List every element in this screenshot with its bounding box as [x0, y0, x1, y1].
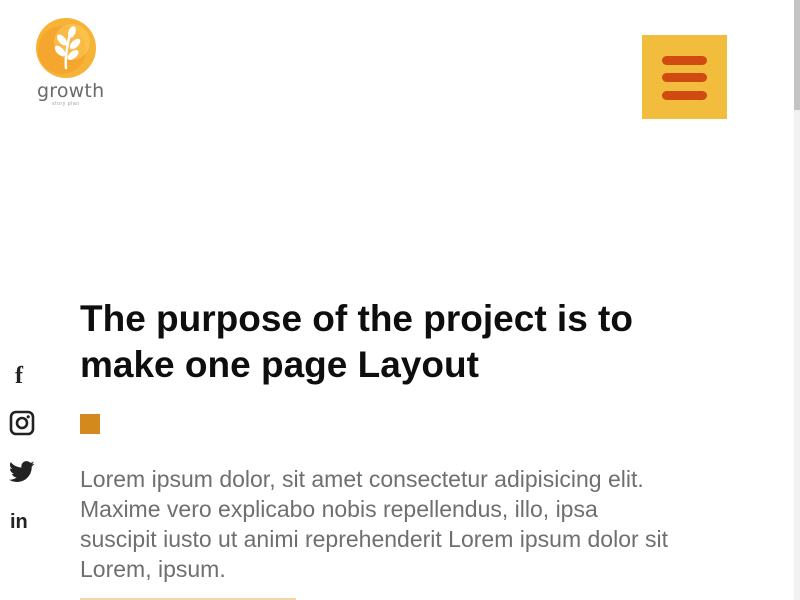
growth-logo[interactable]: growth story plan	[28, 14, 132, 110]
hero-description: Lorem ipsum dolor, sit amet consectetur …	[80, 466, 669, 582]
instagram-icon	[9, 410, 35, 436]
twitter-icon	[9, 461, 35, 482]
linkedin-icon: in	[10, 511, 28, 533]
page: growth story plan f in The purpose of th…	[0, 0, 800, 600]
facebook-link[interactable]: f	[9, 362, 37, 390]
hamburger-bar	[662, 91, 707, 100]
hamburger-bar	[662, 73, 707, 82]
facebook-icon: f	[15, 363, 23, 389]
linkedin-link[interactable]: in	[9, 508, 37, 536]
hero-title: The purpose of the project is to make on…	[80, 298, 633, 385]
page-scrollbar[interactable]	[794, 0, 800, 600]
instagram-link[interactable]	[9, 410, 37, 438]
logo-tagline: story plan	[52, 101, 80, 107]
twitter-link[interactable]	[9, 459, 37, 487]
menu-toggle-button[interactable]	[642, 35, 727, 119]
logo-wordmark: growth	[37, 80, 105, 102]
hamburger-menu-icon	[662, 56, 707, 65]
wheat-logo-icon	[36, 18, 96, 78]
accent-square	[80, 414, 100, 434]
scrollbar-thumb[interactable]	[794, 0, 800, 110]
